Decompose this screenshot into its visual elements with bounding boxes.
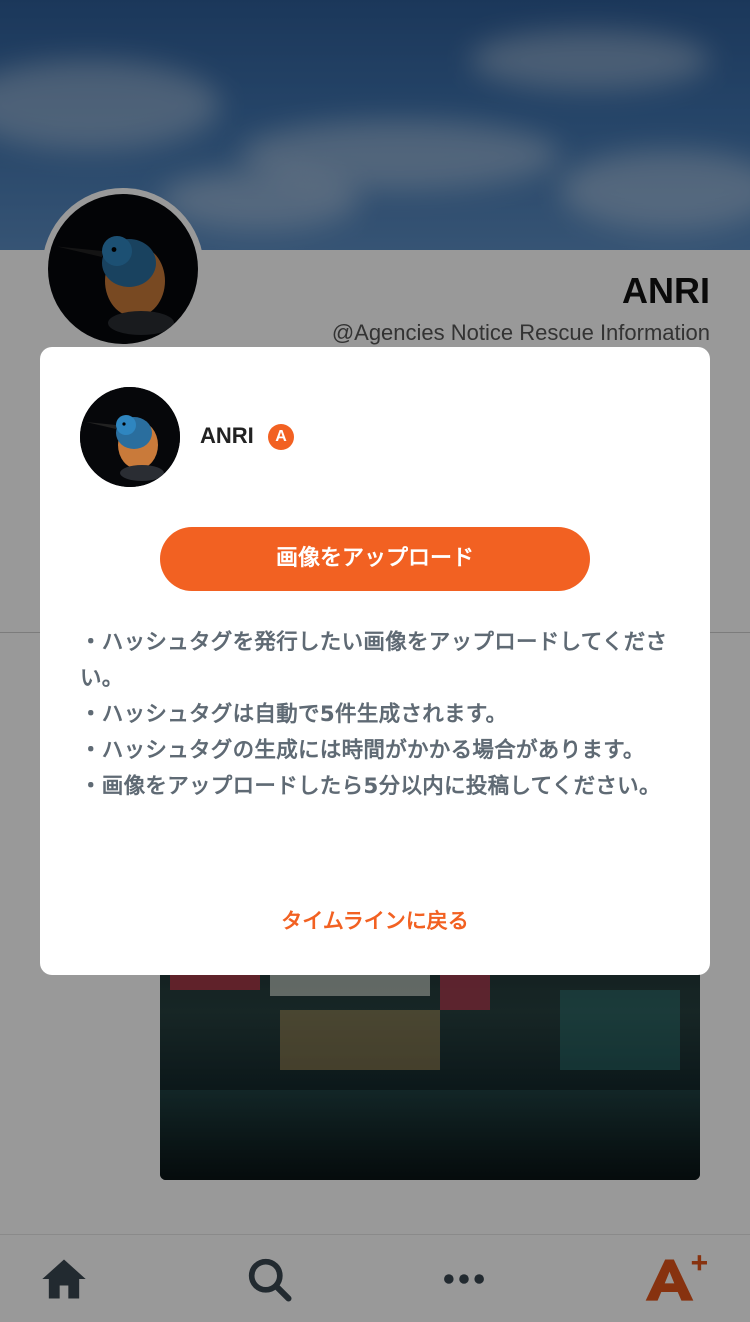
upload-modal: ANRI A 画像をアップロード ・ハッシュタグを発行したい画像をアップロードし… bbox=[40, 347, 710, 975]
upload-image-button[interactable]: 画像をアップロード bbox=[160, 527, 590, 591]
instruction-item: ・ハッシュタグの生成には時間がかかる場合があります。 bbox=[80, 738, 645, 763]
instruction-item: ・ハッシュタグを発行したい画像をアップロードしてください。 bbox=[80, 630, 668, 691]
instruction-item: ・ハッシュタグは自動で5件生成されます。 bbox=[80, 702, 508, 727]
instruction-item: ・画像をアップロードしたら5分以内に投稿してください。 bbox=[80, 774, 661, 799]
instructions-list: ・ハッシュタグを発行したい画像をアップロードしてください。 ・ハッシュタグは自動… bbox=[80, 625, 680, 805]
modal-avatar bbox=[80, 387, 180, 487]
verified-badge-icon: A bbox=[268, 424, 294, 450]
modal-account-name: ANRI bbox=[200, 423, 254, 448]
back-to-timeline-link[interactable]: タイムラインに戻る bbox=[40, 905, 710, 935]
